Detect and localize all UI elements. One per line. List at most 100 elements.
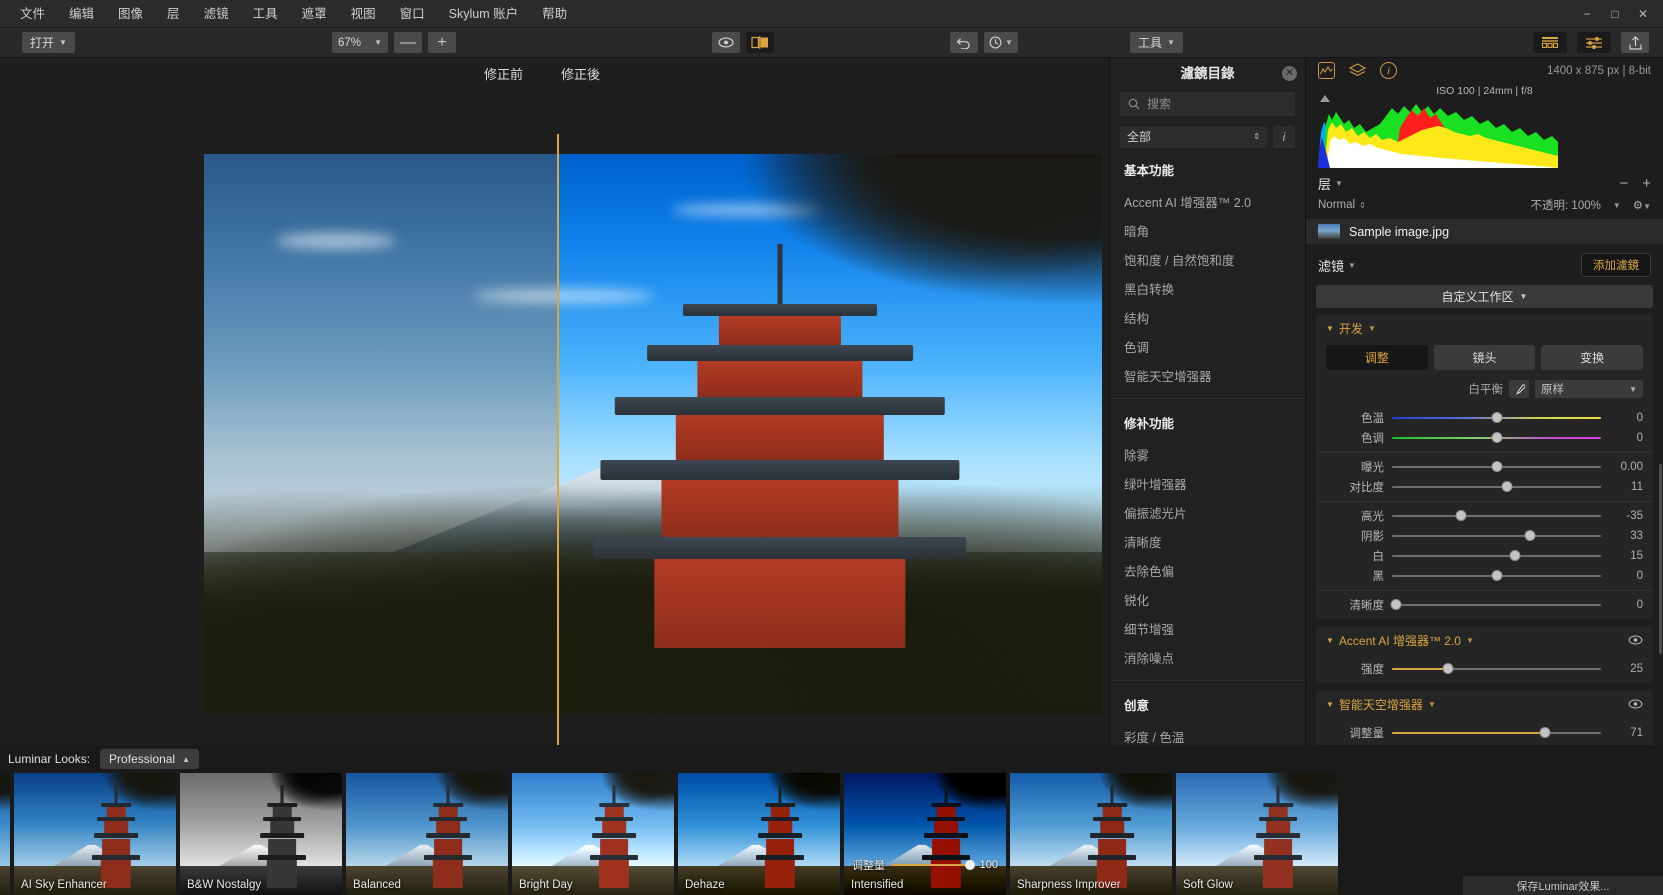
eye-icon[interactable]	[712, 32, 740, 53]
tab-adjust[interactable]: 调整	[1326, 345, 1428, 371]
maximize-icon[interactable]: □	[1609, 8, 1621, 20]
add-layer-button[interactable]: +	[1642, 175, 1651, 192]
filter-catalog-list[interactable]: 基本功能 Accent AI 增强器™ 2.0 暗角 饱和度 / 自然饱和度 黑…	[1110, 156, 1305, 745]
gear-icon[interactable]: ⚙▼	[1633, 198, 1651, 212]
look-slider-track[interactable]	[892, 859, 975, 871]
slider-shadows[interactable]: 阴影 33	[1316, 526, 1653, 546]
filter-item-saturation-vibrance[interactable]: 饱和度 / 自然饱和度	[1110, 245, 1305, 274]
filter-item-tone[interactable]: 色调	[1110, 332, 1305, 361]
menu-mask[interactable]: 遮罩	[290, 0, 339, 28]
filter-item-color-temperature[interactable]: 彩度 / 色温	[1110, 722, 1305, 745]
tools-button[interactable]: 工具 ▼	[1130, 32, 1183, 53]
filter-item-dehaze[interactable]: 除雾	[1110, 440, 1305, 469]
filter-item-bw-conversion[interactable]: 黑白转换	[1110, 274, 1305, 303]
slider-track[interactable]	[1392, 662, 1601, 676]
looks-category-select[interactable]: Professional ▲	[100, 749, 200, 769]
slider-track[interactable]	[1392, 431, 1601, 445]
slider-track[interactable]	[1392, 509, 1601, 523]
filmstrip-icon[interactable]	[1533, 32, 1567, 53]
panel-scrollbar[interactable]	[1659, 464, 1662, 655]
menu-skylum-account[interactable]: Skylum 账户	[437, 0, 530, 28]
slider-track[interactable]	[1390, 598, 1601, 612]
close-icon[interactable]: ✕	[1282, 66, 1297, 81]
slider-track[interactable]	[1392, 480, 1601, 494]
look-item[interactable]: Soft Glow	[1176, 773, 1338, 895]
filter-item-remove-color-cast[interactable]: 去除色偏	[1110, 556, 1305, 585]
layers-icon[interactable]	[1349, 62, 1366, 79]
remove-layer-button[interactable]: −	[1619, 175, 1628, 192]
minimize-icon[interactable]: −	[1581, 8, 1593, 20]
blend-mode-value[interactable]: Normal	[1318, 199, 1355, 211]
photo-image[interactable]	[204, 154, 1102, 715]
chevron-down-icon[interactable]: ▼	[1613, 201, 1621, 210]
filters-stack[interactable]: ▼ 开发 ▼ 调整 镜头 变换 白平衡 原样 ▼ 色温 0 色调 0 曝光 0.…	[1306, 314, 1663, 745]
slider-exposure[interactable]: 曝光 0.00	[1316, 457, 1653, 477]
photo-viewport[interactable]	[0, 88, 1109, 779]
eyedropper-icon[interactable]	[1509, 380, 1529, 399]
menu-image[interactable]: 图像	[106, 0, 155, 28]
look-item[interactable]: Balanced	[346, 773, 508, 895]
filter-item-structure[interactable]: 结构	[1110, 303, 1305, 332]
filter-item-accent-ai[interactable]: Accent AI 增强器™ 2.0	[1110, 187, 1305, 216]
look-item[interactable]: B&W Nostalgy	[180, 773, 342, 895]
filter-item-clarity[interactable]: 清晰度	[1110, 527, 1305, 556]
before-after-split-handle[interactable]	[557, 134, 559, 779]
slider-temperature[interactable]: 色温 0	[1316, 408, 1653, 428]
menu-file[interactable]: 文件	[8, 0, 57, 28]
look-item[interactable]: cer	[0, 773, 10, 895]
look-item[interactable]: Dehaze	[678, 773, 840, 895]
look-item-selected[interactable]: 调整量 100 Intensified	[844, 773, 1006, 895]
slider-track[interactable]	[1392, 549, 1601, 563]
slider-track[interactable]	[1392, 569, 1601, 583]
menu-help[interactable]: 帮助	[530, 0, 579, 28]
menu-window[interactable]: 窗口	[388, 0, 437, 28]
menu-layer[interactable]: 层	[155, 0, 192, 28]
slider-track[interactable]	[1392, 460, 1601, 474]
filter-item-details-enhancer[interactable]: 细节增强	[1110, 614, 1305, 643]
open-button[interactable]: 打开 ▼	[22, 32, 75, 53]
filter-item-denoise[interactable]: 消除噪点	[1110, 643, 1305, 672]
slider-clarity[interactable]: 清晰度 0	[1316, 595, 1653, 615]
chevron-down-icon[interactable]: ▼	[1348, 261, 1356, 270]
menu-view[interactable]: 视图	[339, 0, 388, 28]
slider-contrast[interactable]: 对比度 11	[1316, 477, 1653, 497]
layer-list-item[interactable]: Sample image.jpg	[1306, 219, 1663, 245]
slider-tint[interactable]: 色调 0	[1316, 428, 1653, 448]
accent-ai-header[interactable]: ▼ Accent AI 增强器™ 2.0 ▼	[1316, 626, 1653, 655]
info-icon[interactable]: i	[1273, 125, 1295, 148]
close-icon[interactable]: ✕	[1637, 8, 1649, 20]
eye-icon[interactable]	[1628, 634, 1643, 648]
info-icon[interactable]: i	[1380, 62, 1397, 80]
share-icon[interactable]	[1621, 32, 1649, 53]
menu-edit[interactable]: 编辑	[57, 0, 106, 28]
look-amount-slider[interactable]: 调整量 100	[852, 857, 998, 873]
menu-filter[interactable]: 滤镜	[192, 0, 241, 28]
filter-category-select[interactable]: 全部 ⇕	[1120, 125, 1267, 148]
save-luminar-button[interactable]: 保存Luminar效果...	[1463, 876, 1663, 895]
white-balance-select[interactable]: 原样 ▼	[1535, 380, 1643, 399]
zoom-out-button[interactable]: —	[394, 32, 422, 53]
looks-thumbnail-strip[interactable]: cer AI Sky Enhancer	[0, 773, 1663, 895]
sliders-icon[interactable]	[1577, 32, 1611, 53]
chevron-updown-icon[interactable]: ⇕	[1359, 201, 1366, 210]
slider-accent-amount[interactable]: 强度 25	[1316, 659, 1653, 679]
filter-item-ai-sky-enhancer[interactable]: 智能天空增强器	[1110, 361, 1305, 390]
menu-tools[interactable]: 工具	[241, 0, 290, 28]
filter-item-foliage-enhancer[interactable]: 绿叶增强器	[1110, 469, 1305, 498]
before-after-icon[interactable]	[746, 32, 774, 53]
sky-enhancer-header[interactable]: ▼ 智能天空增强器 ▼	[1316, 690, 1653, 719]
filter-item-polarizing-filter[interactable]: 偏振滤光片	[1110, 498, 1305, 527]
clock-history-icon[interactable]: ▼	[984, 32, 1018, 53]
tab-transform[interactable]: 变换	[1541, 345, 1644, 371]
tab-lens[interactable]: 镜头	[1433, 345, 1536, 371]
slider-track[interactable]	[1392, 411, 1601, 425]
zoom-level-select[interactable]: 67% ▼	[332, 32, 388, 53]
undo-arrow-icon[interactable]	[950, 32, 978, 53]
slider-track[interactable]	[1392, 529, 1601, 543]
eye-icon[interactable]	[1628, 698, 1643, 712]
opacity-label[interactable]: 不透明: 100%	[1531, 197, 1601, 213]
slider-whites[interactable]: 白 15	[1316, 546, 1653, 566]
look-item[interactable]: Bright Day	[512, 773, 674, 895]
look-item[interactable]: AI Sky Enhancer	[14, 773, 176, 895]
search-input[interactable]: 搜索	[1120, 91, 1295, 116]
